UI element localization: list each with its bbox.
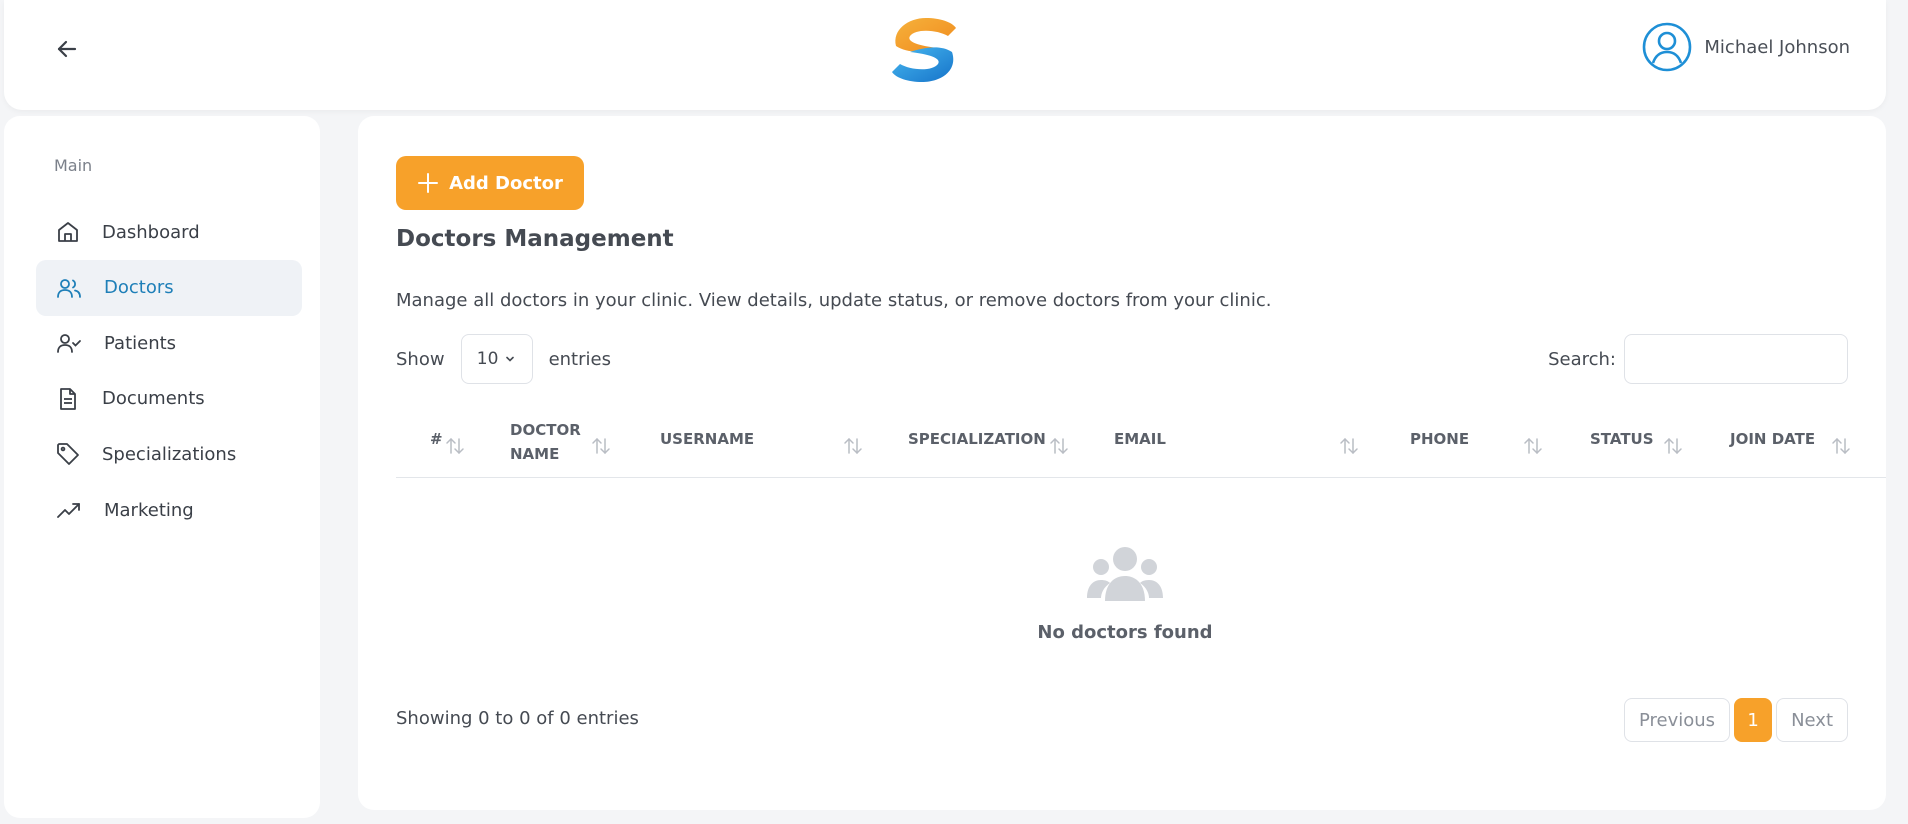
user-avatar-icon: [1643, 22, 1692, 72]
page-description: Manage all doctors in your clinic. View …: [396, 290, 1272, 311]
top-bar: Michael Johnson: [4, 0, 1886, 110]
search-label: Search:: [1548, 348, 1616, 370]
column-header-index[interactable]: #: [430, 406, 490, 478]
page-title: Doctors Management: [396, 226, 674, 252]
sidebar-item-specializations[interactable]: Specializations: [36, 426, 302, 482]
add-doctor-label: Add Doctor: [449, 172, 563, 194]
empty-state: No doctors found: [396, 546, 1854, 643]
user-name: Michael Johnson: [1704, 36, 1850, 58]
sidebar-section-label: Main: [54, 156, 93, 175]
empty-message: No doctors found: [1037, 622, 1213, 643]
column-header-specialization[interactable]: SPECIALIZATION: [908, 406, 1078, 478]
sidebar-item-dashboard[interactable]: Dashboard: [36, 204, 302, 260]
entries-label: entries: [548, 348, 611, 370]
column-header-doctor-name[interactable]: DOCTOR NAME: [510, 406, 622, 478]
user-check-icon: [57, 334, 81, 354]
user-menu[interactable]: Michael Johnson: [1642, 22, 1850, 72]
sort-icon: [446, 437, 464, 455]
search-control: Search:: [1548, 334, 1848, 384]
main-panel: Add Doctor Doctors Management Manage all…: [358, 116, 1886, 810]
sort-icon: [844, 437, 862, 455]
previous-page-button[interactable]: Previous: [1623, 698, 1731, 742]
file-text-icon: [60, 387, 76, 410]
sidebar-item-label: Documents: [102, 388, 205, 410]
back-button[interactable]: [50, 32, 84, 66]
pagination: Previous 1 Next: [1623, 698, 1848, 742]
sidebar-item-label: Doctors: [104, 277, 174, 299]
add-doctor-button[interactable]: Add Doctor: [396, 156, 584, 210]
sidebar-item-label: Specializations: [102, 443, 237, 465]
sidebar-item-marketing[interactable]: Marketing: [36, 482, 302, 538]
plus-icon: [418, 173, 439, 193]
table-header: # DOCTOR NAME USERNAME SPECIALIZATION EM…: [396, 406, 1886, 478]
home-icon: [58, 222, 78, 242]
users-group-icon: [1087, 547, 1163, 601]
arrow-left-icon: [57, 40, 77, 58]
sidebar-item-doctors[interactable]: Doctors: [36, 259, 302, 316]
entries-value: 10: [476, 349, 499, 369]
column-header-email[interactable]: EMAIL: [1114, 406, 1374, 478]
chevron-down-icon: [506, 356, 515, 362]
entries-select[interactable]: 10: [460, 334, 533, 384]
sidebar-item-label: Dashboard: [102, 221, 200, 243]
sort-icon: [1340, 437, 1358, 455]
app-logo: [892, 18, 956, 82]
next-page-button[interactable]: Next: [1776, 698, 1848, 742]
column-header-status[interactable]: STATUS: [1590, 406, 1700, 478]
search-input[interactable]: [1624, 334, 1848, 384]
sort-icon: [1524, 437, 1542, 455]
sidebar: Main Dashboard Doctors Patients Document…: [4, 116, 320, 818]
sort-icon: [592, 437, 610, 455]
sidebar-item-patients[interactable]: Patients: [36, 315, 302, 371]
tag-icon: [57, 443, 79, 466]
entries-control: Show 10 entries: [396, 334, 611, 384]
column-header-phone[interactable]: PHONE: [1410, 406, 1570, 478]
sort-icon: [1050, 437, 1068, 455]
column-header-username[interactable]: USERNAME: [660, 406, 870, 478]
users-icon: [57, 278, 81, 298]
sort-icon: [1832, 437, 1850, 455]
show-label: Show: [396, 348, 445, 370]
sort-icon: [1664, 437, 1682, 455]
sidebar-item-label: Patients: [104, 332, 177, 354]
table-info: Showing 0 to 0 of 0 entries: [396, 708, 639, 729]
trending-up-icon: [57, 503, 80, 518]
sidebar-item-documents[interactable]: Documents: [36, 371, 302, 427]
page-button-current[interactable]: 1: [1734, 698, 1773, 742]
sidebar-item-label: Marketing: [104, 499, 194, 521]
column-header-join-date[interactable]: JOIN DATE: [1730, 406, 1880, 478]
